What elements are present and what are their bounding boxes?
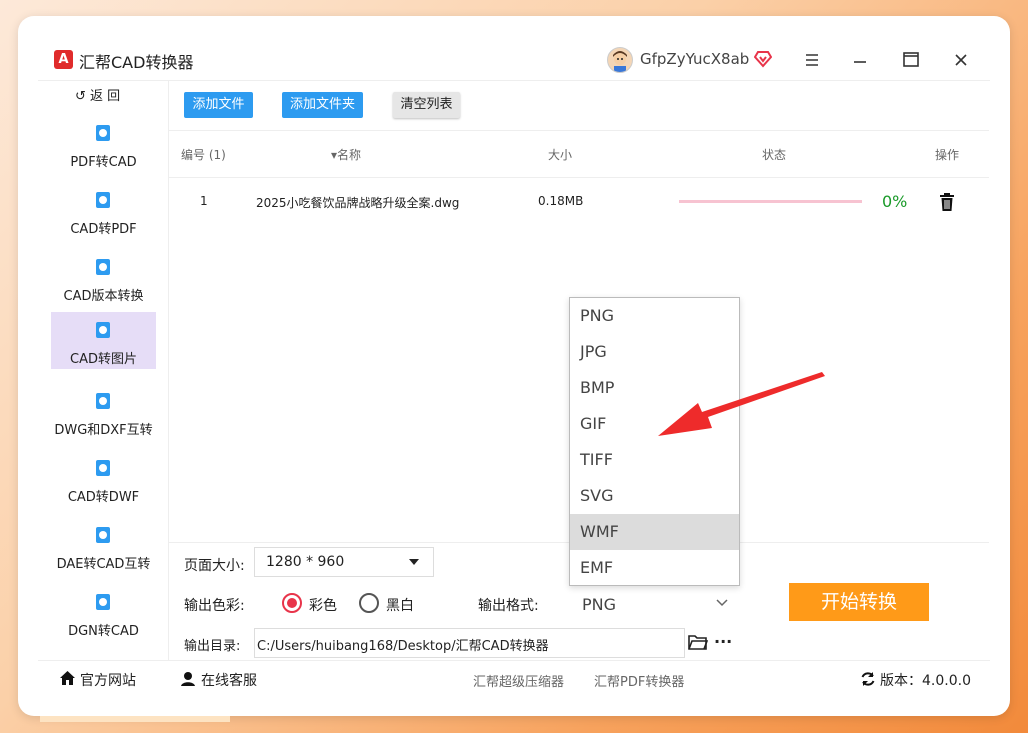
sidebar-item-dgn-to-cad[interactable]: DGN转CAD bbox=[51, 584, 156, 641]
format-select[interactable]: PNG bbox=[569, 586, 739, 620]
file-convert-icon bbox=[96, 393, 110, 409]
output-dir-label: 输出目录: bbox=[184, 639, 241, 654]
clear-list-button[interactable]: 清空列表 bbox=[393, 92, 460, 118]
sidebar-item-cad-to-image[interactable]: CAD转图片 bbox=[51, 312, 156, 369]
color-radio-bw[interactable] bbox=[359, 593, 379, 613]
format-option-emf[interactable]: EMF bbox=[570, 550, 739, 586]
sidebar-item-label: PDF转CAD bbox=[70, 155, 137, 170]
file-convert-icon bbox=[96, 594, 110, 610]
folder-open-icon[interactable] bbox=[688, 633, 708, 651]
table-header: 编号 (1) ▾名称 大小 状态 操作 bbox=[169, 130, 989, 178]
sidebar-item-cad-version[interactable]: CAD版本转换 bbox=[51, 249, 156, 306]
title-bar: A 汇帮CAD转换器 GfpZyYucX8ab bbox=[38, 40, 990, 81]
website-link[interactable]: 官方网站 bbox=[80, 670, 136, 690]
image-convert-icon bbox=[96, 322, 110, 338]
sidebar-item-label: CAD转图片 bbox=[70, 352, 137, 367]
support-link[interactable]: 在线客服 bbox=[201, 670, 257, 690]
color-option-bw-label: 黑白 bbox=[386, 598, 414, 614]
version-label: 版本：4.0.0.0 bbox=[880, 673, 971, 689]
chevron-down-icon bbox=[716, 599, 728, 607]
sidebar-item-label: CAD版本转换 bbox=[63, 289, 144, 304]
sidebar-item-cad-to-pdf[interactable]: CAD转PDF bbox=[51, 182, 156, 239]
row-file-size: 0.18MB bbox=[538, 194, 584, 208]
username[interactable]: GfpZyYucX8ab bbox=[640, 50, 749, 68]
back-button[interactable]: ↺ 返 回 bbox=[75, 85, 120, 104]
sidebar-item-cad-to-dwf[interactable]: CAD转DWF bbox=[51, 450, 156, 507]
color-label: 输出色彩: bbox=[184, 598, 245, 614]
add-folder-button[interactable]: 添加文件夹 bbox=[282, 92, 363, 118]
format-option-svg[interactable]: SVG bbox=[570, 478, 739, 514]
sidebar-item-label: DGN转CAD bbox=[68, 624, 139, 639]
sidebar-item-label: DWG和DXF互转 bbox=[54, 423, 153, 438]
sidebar-item-dwg-dxf[interactable]: DWG和DXF互转 bbox=[51, 383, 156, 440]
row-file-name: 2025小吃餐饮品牌战略升级全案.dwg bbox=[256, 196, 460, 210]
format-label: 输出格式: bbox=[478, 598, 539, 614]
user-avatar[interactable] bbox=[607, 47, 633, 73]
format-option-jpg[interactable]: JPG bbox=[570, 334, 739, 370]
vip-diamond-icon[interactable] bbox=[754, 50, 772, 68]
col-action-header: 操作 bbox=[935, 148, 960, 162]
close-icon[interactable] bbox=[949, 48, 973, 72]
sidebar-item-label: DAE转CAD互转 bbox=[56, 557, 151, 572]
file-convert-icon bbox=[96, 259, 110, 275]
compressor-link[interactable]: 汇帮超级压缩器 bbox=[473, 671, 564, 690]
file-convert-icon bbox=[96, 460, 110, 476]
delete-trash-icon[interactable] bbox=[938, 192, 956, 212]
format-option-wmf[interactable]: WMF bbox=[570, 514, 739, 550]
maximize-icon[interactable] bbox=[899, 48, 923, 72]
col-status-header: 状态 bbox=[762, 148, 787, 162]
format-option-png[interactable]: PNG bbox=[570, 298, 739, 334]
output-dir-value: C:/Users/huibang168/Desktop/汇帮CAD转换器 bbox=[257, 639, 549, 654]
table-row[interactable]: 1 2025小吃餐饮品牌战略升级全案.dwg 0.18MB bbox=[169, 177, 989, 227]
page-size-value: 1280 * 960 bbox=[266, 554, 345, 570]
file-convert-icon bbox=[96, 192, 110, 208]
col-size-header[interactable]: 大小 bbox=[548, 146, 572, 163]
output-dir-field[interactable]: C:/Users/huibang168/Desktop/汇帮CAD转换器 bbox=[254, 628, 685, 658]
app-window: A 汇帮CAD转换器 GfpZyYucX8ab ↺ 返 回 PDF转CAD CA… bbox=[38, 40, 990, 695]
pdf-converter-link[interactable]: 汇帮PDF转换器 bbox=[594, 671, 684, 690]
row-index: 1 bbox=[200, 194, 208, 208]
sidebar-item-label: CAD转PDF bbox=[70, 222, 137, 237]
footer: 官方网站 在线客服 汇帮超级压缩器 汇帮PDF转换器 版本：4.0.0.0 bbox=[38, 660, 990, 696]
start-convert-button[interactable]: 开始转换 bbox=[789, 583, 929, 621]
more-options-button[interactable]: ··· bbox=[714, 632, 732, 651]
dropdown-caret-icon bbox=[409, 559, 419, 565]
menu-icon[interactable] bbox=[800, 48, 824, 72]
col-index-header[interactable]: 编号 (1) bbox=[181, 146, 226, 163]
col-name-header[interactable]: ▾名称 bbox=[331, 146, 361, 163]
format-option-tiff[interactable]: TIFF bbox=[570, 442, 739, 478]
app-logo-icon: A bbox=[54, 50, 73, 69]
app-title: 汇帮CAD转换器 bbox=[79, 53, 194, 72]
row-progress-bar bbox=[679, 200, 862, 203]
file-convert-icon bbox=[96, 125, 110, 141]
minimize-icon[interactable] bbox=[848, 48, 872, 72]
row-progress-percent: 0% bbox=[882, 192, 908, 211]
add-file-button[interactable]: 添加文件 bbox=[184, 92, 253, 118]
support-agent-icon bbox=[181, 672, 195, 686]
color-radio-color[interactable] bbox=[282, 593, 302, 613]
page-size-select[interactable]: 1280 * 960 bbox=[254, 547, 434, 577]
sidebar-item-dae-cad[interactable]: DAE转CAD互转 bbox=[51, 517, 156, 574]
sidebar-item-label: CAD转DWF bbox=[67, 490, 140, 505]
refresh-icon bbox=[861, 672, 875, 686]
color-option-color-label: 彩色 bbox=[309, 598, 337, 614]
decorative-strip bbox=[40, 716, 230, 722]
format-value: PNG bbox=[582, 595, 617, 614]
red-arrow-annotation bbox=[658, 372, 825, 436]
file-convert-icon bbox=[96, 527, 110, 543]
page-size-label: 页面大小: bbox=[184, 558, 245, 574]
sidebar-item-pdf-to-cad[interactable]: PDF转CAD bbox=[51, 115, 156, 172]
home-icon bbox=[60, 671, 75, 685]
